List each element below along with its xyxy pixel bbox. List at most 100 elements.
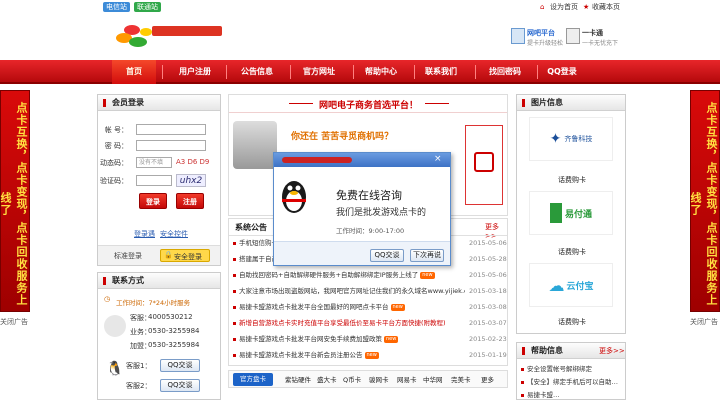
- close-right-ad[interactable]: 关闭广告: [690, 317, 718, 327]
- side-ad-text: 点卡互换，点卡变现，点卡回收服务上线了: [0, 102, 28, 306]
- login-button[interactable]: 登录: [139, 193, 167, 209]
- news-item[interactable]: 易捷卡盟游戏点卡批发平台全国最好的网吧点卡平台 new: [233, 301, 465, 314]
- banner-side-card: [465, 125, 503, 205]
- banner-device-image: [233, 121, 277, 169]
- news-item[interactable]: 自助找回密码+自助解绑硬件服务+自助解绑绑定IP服务上线了 new: [233, 269, 465, 282]
- safety-control-link[interactable]: 安全控件: [160, 229, 188, 239]
- news-item[interactable]: 易捷卡盟游戏点卡批发平台网安免手续费加盟政策 new: [233, 333, 465, 346]
- captcha-input[interactable]: [136, 175, 172, 186]
- tag-link[interactable]: 网易卡: [397, 374, 417, 384]
- partner-brand: 云付宝: [566, 281, 594, 292]
- service-phone: 4000530212: [148, 313, 193, 321]
- tag-link[interactable]: Q币卡: [343, 374, 361, 384]
- promo-platform-title[interactable]: 网吧平台: [527, 28, 555, 38]
- popup-headline: 免费在线咨询: [336, 189, 402, 202]
- dynamic-code-input[interactable]: 没有不填: [136, 157, 172, 168]
- secure-login-tab[interactable]: 🔒 安全登录: [160, 249, 210, 262]
- popup-later-button[interactable]: 下次再说: [410, 249, 444, 262]
- side-ad-text: 点卡互换，点卡变现，点卡回收服务上线了: [689, 102, 718, 306]
- star-icon: ★: [583, 3, 590, 11]
- service-hours: 工作时间：7*24小时服务: [116, 299, 191, 307]
- partner-caption: 话费购卡: [558, 176, 586, 184]
- new-badge: new: [384, 335, 399, 343]
- slogan-rule-left: [289, 103, 313, 104]
- popup-close-icon[interactable]: ×: [434, 154, 442, 164]
- new-badge: new: [420, 271, 435, 279]
- nav-notice[interactable]: 公告信息: [234, 60, 280, 84]
- partner-logo-qilu[interactable]: ✦ 齐鲁科技: [529, 117, 613, 161]
- yifutong-mark-icon: [549, 203, 562, 223]
- captcha-image[interactable]: uhx2: [176, 174, 206, 187]
- popup-title-redacted: [282, 157, 352, 163]
- nav-home[interactable]: 首页: [112, 60, 156, 84]
- news-item[interactable]: 新增自营游戏点卡实时充值平台享受最低价至易卡平台方面快捷(附教程): [233, 317, 465, 330]
- nav-divider: [353, 65, 354, 79]
- partner-logo-yifutong[interactable]: 易付通: [529, 191, 613, 235]
- notice-more-link[interactable]: 更多>>: [485, 222, 507, 240]
- partner-brand: 齐鲁科技: [564, 135, 593, 143]
- login-panel: 会员登录 帐 号： 密 码： 动态码： 没有不填 A3 D6 D9 验证码： u…: [97, 94, 221, 266]
- account-input[interactable]: [136, 124, 206, 135]
- register-button[interactable]: 注册: [176, 193, 204, 209]
- left-side-ad[interactable]: 点卡互换，点卡变现，点卡回收服务上线了: [0, 90, 30, 312]
- login-help-link[interactable]: 登录遇: [134, 229, 155, 239]
- tag-link[interactable]: 中华网: [423, 374, 443, 384]
- nav-contact[interactable]: 联系我们: [418, 60, 464, 84]
- password-input[interactable]: [136, 140, 206, 151]
- home-icon: ⌂: [540, 3, 545, 11]
- bird-icon: ✦: [549, 131, 562, 147]
- favorite-link[interactable]: 收藏本页: [592, 2, 620, 12]
- news-item[interactable]: 大家注意市场出现盗版网站，我网吧官方网址记住我们的永久域名www.yijiek.…: [233, 285, 465, 298]
- popup-qq-chat-button[interactable]: QQ交谈: [370, 249, 404, 262]
- pictures-title: 图片信息: [517, 95, 625, 111]
- close-left-ad[interactable]: 关闭广告: [0, 317, 28, 327]
- business-phone: 0530-3255984: [148, 327, 200, 335]
- nav-register[interactable]: 用户注册: [172, 60, 218, 84]
- popup-title-bar: ×: [274, 153, 450, 167]
- help-more-link[interactable]: 更多>>: [599, 346, 625, 356]
- news-item[interactable]: 易捷卡盟游戏点卡批发平台新会员注册公告 new: [233, 349, 465, 362]
- partner-caption: 话费购卡: [558, 248, 586, 256]
- news-date: 2015-03-08: [469, 303, 507, 311]
- standard-login-tab[interactable]: 标准登录: [114, 251, 142, 261]
- top-bar: 电信站 联通站 ⌂ 设为首页 ★ 收藏本页: [0, 0, 720, 14]
- tag-link[interactable]: 骏网卡: [369, 374, 389, 384]
- tag-link[interactable]: 完美卡: [451, 374, 471, 384]
- qq-chat-button-1[interactable]: QQ交谈: [160, 359, 200, 372]
- nav-help[interactable]: 帮助中心: [358, 60, 404, 84]
- right-side-ad[interactable]: 点卡互换，点卡变现，点卡回收服务上线了: [689, 90, 720, 312]
- tag-link[interactable]: 更多: [481, 374, 494, 384]
- banner-headline: 你还在 苦苦寻觅商机吗？: [291, 132, 394, 142]
- nav-divider: [226, 65, 227, 79]
- promo-card-title[interactable]: 一卡通: [582, 28, 603, 38]
- new-badge: new: [390, 303, 405, 311]
- promo-platform-sub: 提卡升级轻松: [527, 40, 564, 47]
- new-badge: new: [364, 351, 379, 359]
- unicom-tab[interactable]: 联通站: [134, 2, 161, 12]
- partner-logo-yunfubao[interactable]: ☁ 云付宝: [529, 263, 613, 307]
- help-item[interactable]: 安全设置帐号解绑绑定: [521, 363, 623, 376]
- popup-subline: 我们是批发游戏点卡的: [336, 208, 427, 218]
- help-item[interactable]: 【安全】绑定手机后可以自助…: [521, 376, 623, 389]
- nav-divider: [414, 65, 415, 79]
- help-panel: 帮助信息 更多>> 安全设置帐号解绑绑定 【安全】绑定手机后可以自助… 易捷卡盟…: [516, 342, 626, 400]
- help-item[interactable]: 易捷卡盟…: [521, 389, 623, 402]
- tag-link[interactable]: 盛大卡: [317, 374, 337, 384]
- nav-qq-login[interactable]: QQ登录: [542, 60, 582, 84]
- login-mode-bar: 标准登录 🔒 安全登录: [98, 245, 220, 265]
- nav-divider: [537, 65, 538, 79]
- qq-chat-button-2[interactable]: QQ交谈: [160, 379, 200, 392]
- customer-service-avatar: [104, 315, 126, 337]
- join-phone: 0530-3255984: [148, 341, 200, 349]
- news-date: 2015-05-28: [469, 255, 507, 263]
- tag-link[interactable]: 紫钻硬件: [285, 374, 311, 384]
- slogan-rule-right: [425, 103, 449, 104]
- news-date: 2015-03-07: [469, 319, 507, 327]
- qq-service2-label: 客服2：: [126, 382, 152, 390]
- nav-official-site[interactable]: 官方网址: [296, 60, 342, 84]
- set-home-link[interactable]: 设为首页: [550, 2, 578, 12]
- notice-title: 系统公告: [235, 223, 267, 232]
- telecom-tab[interactable]: 电信站: [103, 2, 130, 12]
- nav-find-password[interactable]: 找回密码: [480, 60, 530, 84]
- clock-icon: ◷: [104, 295, 111, 303]
